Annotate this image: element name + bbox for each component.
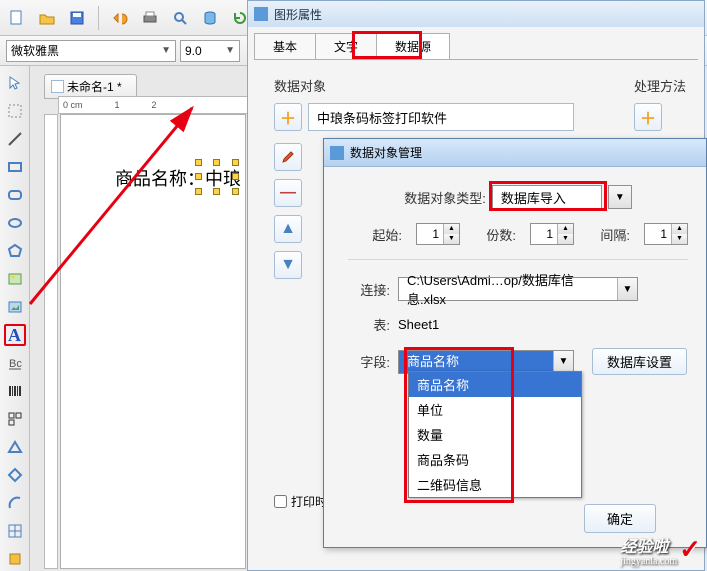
selection-handles <box>199 163 235 191</box>
arc-tool-icon[interactable] <box>4 492 26 514</box>
up-arrow-icon: ▲ <box>280 220 296 238</box>
type-label: 数据对象类型: <box>404 188 486 207</box>
save-icon[interactable] <box>66 7 88 29</box>
dialog-data-object-management: 数据对象管理 数据对象类型: 数据库导入 ▼ 起始: 1▲▼ 份数: 1▲▼ 间… <box>323 138 707 548</box>
dropdown-option[interactable]: 商品条码 <box>409 447 581 472</box>
app-icon <box>254 7 268 21</box>
dropdown-option[interactable]: 二维码信息 <box>409 472 581 497</box>
text-tool-icon[interactable]: A <box>4 324 26 346</box>
image-tool-icon[interactable] <box>4 268 26 290</box>
interval-spinner[interactable]: 1▲▼ <box>644 223 688 245</box>
barcode-tool-icon[interactable] <box>4 380 26 402</box>
type-value: 数据库导入 <box>493 188 601 207</box>
connection-combo[interactable]: C:\Users\Admi…op/数据库信息.xlsx ▼ <box>398 277 638 301</box>
count-spinner[interactable]: 1▲▼ <box>530 223 574 245</box>
ellipse-tool-icon[interactable] <box>4 212 26 234</box>
vertical-ruler <box>44 114 58 569</box>
db-settings-button[interactable]: 数据库设置 <box>592 348 687 375</box>
app-icon <box>330 146 344 160</box>
ruler-origin-label: 0 cm <box>63 100 83 110</box>
pencil-icon <box>280 149 296 165</box>
interval-label: 间隔: <box>588 225 630 244</box>
preview-icon[interactable] <box>169 7 191 29</box>
property-tabs: 基本 文字 数据源 <box>254 33 698 60</box>
tab-datasource[interactable]: 数据源 <box>376 33 450 59</box>
plus-icon: ＋ <box>280 105 296 129</box>
type-dropdown-button[interactable]: ▼ <box>608 185 632 209</box>
chevron-down-icon: ▼ <box>553 351 573 373</box>
tab-basic[interactable]: 基本 <box>254 33 316 59</box>
database-icon[interactable] <box>199 7 221 29</box>
polygon-tool-icon[interactable] <box>4 240 26 262</box>
count-label: 份数: <box>474 225 516 244</box>
field-selected: 商品名称 <box>399 351 553 373</box>
left-toolbar: A Bc <box>0 66 30 571</box>
chevron-down-icon: ▼ <box>161 45 171 56</box>
new-icon[interactable] <box>6 7 28 29</box>
print-save-checkbox[interactable] <box>274 495 287 508</box>
grid-tool-icon[interactable] <box>4 520 26 542</box>
section-data-object-label: 数据对象 <box>274 76 574 95</box>
dialog2-title: 数据对象管理 <box>350 144 422 161</box>
canvas[interactable]: 商品名称：中琅 <box>60 114 246 569</box>
font-family-select[interactable]: 微软雅黑 ▼ <box>6 40 176 62</box>
font-size-select[interactable]: 9.0 ▼ <box>180 40 240 62</box>
field-label: 字段: <box>348 352 390 371</box>
edit-button[interactable] <box>274 143 302 171</box>
table-label: 表: <box>348 315 390 334</box>
chevron-down-icon: ▼ <box>617 278 637 300</box>
add-method-button[interactable]: ＋ <box>634 103 662 131</box>
undo-icon[interactable] <box>109 7 131 29</box>
rect-tool-icon[interactable] <box>4 156 26 178</box>
svg-text:Bc: Bc <box>9 358 22 370</box>
dropdown-option[interactable]: 数量 <box>409 422 581 447</box>
minus-icon: — <box>280 184 296 202</box>
field-combo[interactable]: 商品名称 ▼ <box>398 350 574 374</box>
down-arrow-icon: ▼ <box>280 256 296 274</box>
delete-button[interactable]: — <box>274 179 302 207</box>
ok-button[interactable]: 确定 <box>584 504 656 533</box>
type-value-box: 数据库导入 <box>492 185 602 209</box>
triangle-tool-icon[interactable] <box>4 436 26 458</box>
count-value: 1 <box>531 227 557 241</box>
table-value: Sheet1 <box>398 317 439 332</box>
font-size-value: 9.0 <box>185 44 202 58</box>
chevron-down-icon: ▼ <box>609 186 631 208</box>
move-down-button[interactable]: ▼ <box>274 251 302 279</box>
dialog-title: 图形属性 <box>274 6 322 23</box>
richtext-tool-icon[interactable]: Bc <box>4 352 26 374</box>
roundrect-tool-icon[interactable] <box>4 184 26 206</box>
diamond-tool-icon[interactable] <box>4 464 26 486</box>
connection-value: C:\Users\Admi…op/数据库信息.xlsx <box>399 270 617 308</box>
tab-text[interactable]: 文字 <box>315 33 377 59</box>
connection-label: 连接: <box>348 280 390 299</box>
chevron-down-icon: ▼ <box>225 45 235 56</box>
dropdown-option[interactable]: 单位 <box>409 397 581 422</box>
document-tab-title: 未命名-1 * <box>67 80 122 94</box>
start-spinner[interactable]: 1▲▼ <box>416 223 460 245</box>
line-tool-icon[interactable] <box>4 128 26 150</box>
start-label: 起始: <box>360 225 402 244</box>
dialog2-titlebar[interactable]: 数据对象管理 <box>324 139 706 167</box>
qrcode-tool-icon[interactable] <box>4 408 26 430</box>
picture-tool-icon[interactable] <box>4 296 26 318</box>
print-icon[interactable] <box>139 7 161 29</box>
marquee-tool-icon[interactable] <box>4 100 26 122</box>
field-dropdown-list[interactable]: 商品名称 单位 数量 商品条码 二维码信息 <box>408 371 582 498</box>
add-button[interactable]: ＋ <box>274 103 302 131</box>
section-method-label: 处理方法 <box>634 76 686 95</box>
move-up-button[interactable]: ▲ <box>274 215 302 243</box>
pointer-tool-icon[interactable] <box>4 72 26 94</box>
plus-icon: ＋ <box>640 105 656 129</box>
start-value: 1 <box>417 227 443 241</box>
dropdown-option[interactable]: 商品名称 <box>409 372 581 397</box>
open-icon[interactable] <box>36 7 58 29</box>
font-family-value: 微软雅黑 <box>11 42 59 59</box>
data-object-value[interactable]: 中琅条码标签打印软件 <box>308 103 574 131</box>
dialog-titlebar[interactable]: 图形属性 <box>248 1 704 27</box>
interval-value: 1 <box>645 227 671 241</box>
fill-tool-icon[interactable] <box>4 548 26 570</box>
